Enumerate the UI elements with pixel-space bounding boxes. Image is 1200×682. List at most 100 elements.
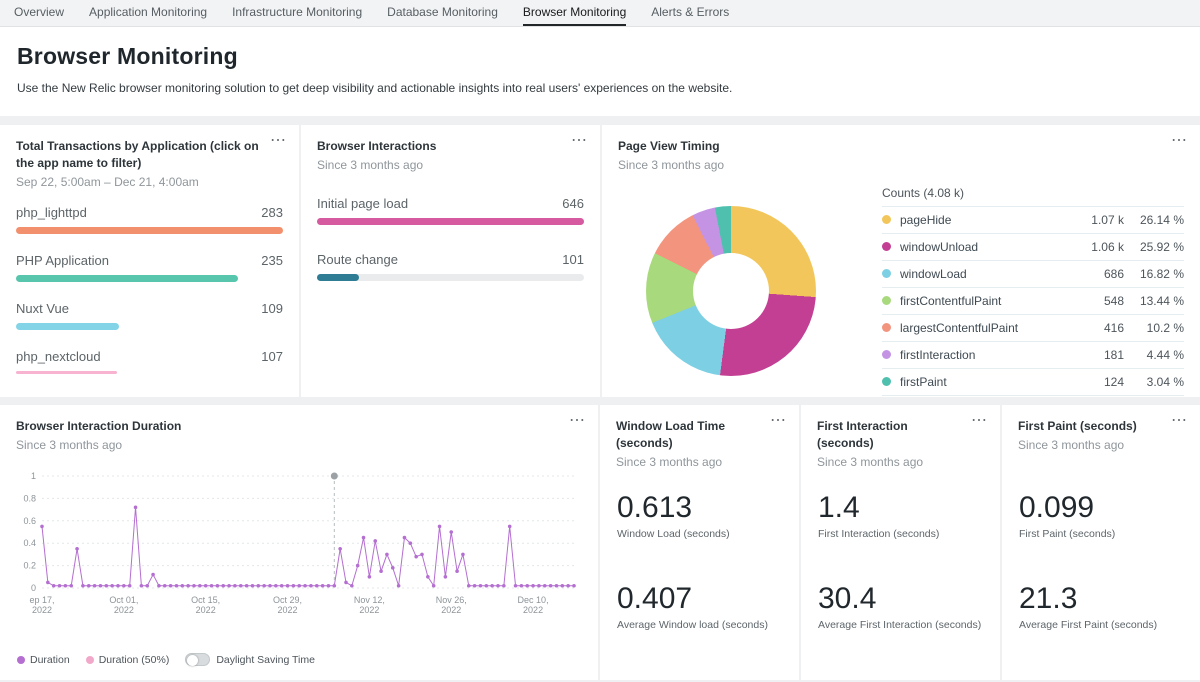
nav-tab-alerts-errors[interactable]: Alerts & Errors xyxy=(651,0,729,26)
nav-tab-browser-monitoring[interactable]: Browser Monitoring xyxy=(523,0,626,26)
app-bar xyxy=(16,227,283,234)
stat-value: 30.4 xyxy=(818,582,988,615)
interaction-bar xyxy=(317,218,584,225)
stat-first-paint: 0.099 First Paint (seconds) xyxy=(1019,491,1188,540)
legend-row-firstcontentfulpaint[interactable]: firstContentfulPaint54813.44 % xyxy=(882,287,1184,314)
app-label: Nuxt Vue xyxy=(16,301,69,316)
stat-first-interaction: 1.4 First Interaction (seconds) xyxy=(818,491,988,540)
card-menu-icon[interactable]: ⋯ xyxy=(569,413,585,429)
duration-line-chart[interactable]: 00.20.40.60.81ep 17,2022Oct 01,2022Oct 1… xyxy=(16,466,582,624)
legend-row-windowunload[interactable]: windowUnload1.06 k25.92 % xyxy=(882,233,1184,260)
duration-legend: Duration Duration (50%) Daylight Saving … xyxy=(17,653,315,666)
svg-text:2022: 2022 xyxy=(32,605,52,615)
stat-average-first-interaction: 30.4 Average First Interaction (seconds) xyxy=(818,582,988,631)
app-item-php-nextcloud[interactable]: php_nextcloud107 xyxy=(16,349,283,378)
legend-label: firstPaint xyxy=(900,375,1078,389)
legend-value: 416 xyxy=(1078,321,1124,335)
legend-percent: 26.14 % xyxy=(1124,213,1184,227)
daylight-saving-toggle[interactable]: Daylight Saving Time xyxy=(185,653,315,666)
toggle-label: Daylight Saving Time xyxy=(216,654,315,666)
donut-legend-title: Counts (4.08 k) xyxy=(882,186,1184,200)
app-value: 235 xyxy=(261,253,283,268)
stat-label: Average First Interaction (seconds) xyxy=(818,619,988,631)
svg-text:0.8: 0.8 xyxy=(23,493,36,503)
app-item-php-lighttpd[interactable]: php_lighttpd283 xyxy=(16,205,283,234)
page-subtitle: Use the New Relic browser monitoring sol… xyxy=(17,81,1183,95)
legend-percent: 16.82 % xyxy=(1124,267,1184,281)
duration-chart-wrap: 00.20.40.60.81ep 17,2022Oct 01,2022Oct 1… xyxy=(16,466,582,624)
legend-row-largestcontentfulpaint[interactable]: largestContentfulPaint41610.2 % xyxy=(882,314,1184,341)
card-subtitle: Since 3 months ago xyxy=(618,158,1184,172)
legend-row-windowload[interactable]: windowLoad68616.82 % xyxy=(882,260,1184,287)
duration-50-series-dot xyxy=(86,656,94,664)
legend-row-pagehide[interactable]: pageHide1.07 k26.14 % xyxy=(882,206,1184,233)
legend-color-dot xyxy=(882,269,891,278)
nav-tab-overview[interactable]: Overview xyxy=(14,0,64,26)
svg-text:2022: 2022 xyxy=(359,605,379,615)
interaction-item-route-change[interactable]: Route change 101 xyxy=(317,252,584,281)
app-label: php_lighttpd xyxy=(16,205,87,220)
card-title: Page View Timing xyxy=(618,138,1184,155)
legend-row-firstinteraction[interactable]: firstInteraction1814.44 % xyxy=(882,341,1184,368)
stat-label: First Paint (seconds) xyxy=(1019,528,1188,540)
nav-tabs: Overview Application Monitoring Infrastruc… xyxy=(14,0,729,26)
interaction-item-initial-page-load[interactable]: Initial page load646 xyxy=(317,196,584,225)
toggle-switch-icon xyxy=(185,653,210,666)
card-menu-icon[interactable]: ⋯ xyxy=(1171,133,1187,149)
legend-item-duration[interactable]: Duration xyxy=(17,654,70,666)
legend-label: windowLoad xyxy=(900,267,1078,281)
nav-tab-database-monitoring[interactable]: Database Monitoring xyxy=(387,0,498,26)
card-title: Total Transactions by Application (click… xyxy=(16,138,283,172)
card-menu-icon[interactable]: ⋯ xyxy=(571,133,587,149)
card-page-view-timing: Page View Timing Since 3 months ago ⋯ Co… xyxy=(602,125,1200,397)
nav-tab-application-monitoring[interactable]: Application Monitoring xyxy=(89,0,207,26)
nav-tab-infrastructure-monitoring[interactable]: Infrastructure Monitoring xyxy=(232,0,362,26)
page-view-donut-chart[interactable] xyxy=(646,206,816,376)
stat-value: 1.4 xyxy=(818,491,988,524)
card-menu-icon[interactable]: ⋯ xyxy=(1171,413,1187,429)
card-subtitle: Since 3 months ago xyxy=(817,455,984,469)
card-browser-interactions: Browser Interactions Since 3 months ago … xyxy=(301,125,600,397)
legend-label: firstInteraction xyxy=(900,348,1078,362)
legend-color-dot xyxy=(882,215,891,224)
legend-value: 181 xyxy=(1078,348,1124,362)
legend-row-firstpaint[interactable]: firstPaint1243.04 % xyxy=(882,368,1184,396)
top-nav: Overview Application Monitoring Infrastruc… xyxy=(0,0,1200,27)
card-title: Browser Interactions xyxy=(317,138,584,155)
legend-label: windowUnload xyxy=(900,240,1078,254)
app-label-row: Nuxt Vue 109 xyxy=(16,301,283,316)
interaction-value: 101 xyxy=(562,252,584,267)
stats-block: 0.099 First Paint (seconds) 21.3 Average… xyxy=(1019,491,1188,631)
card-subtitle: Since 3 months ago xyxy=(317,158,584,172)
app-item-nuxt-vue[interactable]: Nuxt Vue 109 xyxy=(16,301,283,330)
app-bar xyxy=(16,275,283,282)
card-menu-icon[interactable]: ⋯ xyxy=(270,133,286,149)
stat-label: Average Window load (seconds) xyxy=(617,619,787,631)
legend-value: 1.06 k xyxy=(1078,240,1124,254)
app-bar-fill xyxy=(16,275,238,282)
svg-text:0: 0 xyxy=(31,583,36,593)
legend-item-duration-50[interactable]: Duration (50%) xyxy=(86,654,170,666)
card-menu-icon[interactable]: ⋯ xyxy=(770,413,786,429)
stat-average-first-paint: 21.3 Average First Paint (seconds) xyxy=(1019,582,1188,631)
legend-color-dot xyxy=(882,350,891,359)
card-title: Window Load Time (seconds) xyxy=(616,418,783,452)
legend-value: 1.07 k xyxy=(1078,213,1124,227)
legend-percent: 4.44 % xyxy=(1124,348,1184,362)
stat-label: Window Load (seconds) xyxy=(617,528,787,540)
svg-text:2022: 2022 xyxy=(278,605,298,615)
interaction-value: 646 xyxy=(562,196,584,211)
interaction-label: Route change xyxy=(317,252,398,267)
app-label-row: PHP Application235 xyxy=(16,253,283,268)
page-title: Browser Monitoring xyxy=(17,43,1183,70)
app-item-php-application[interactable]: PHP Application235 xyxy=(16,253,283,282)
stat-label: First Interaction (seconds) xyxy=(818,528,988,540)
stat-average-window-load: 0.407 Average Window load (seconds) xyxy=(617,582,787,631)
donut-legend: Counts (4.08 k) pageHide1.07 k26.14 %win… xyxy=(882,186,1184,396)
svg-text:0.4: 0.4 xyxy=(23,538,36,548)
app-bar xyxy=(16,371,283,378)
legend-value: 124 xyxy=(1078,375,1124,389)
app-bar-fill xyxy=(16,371,117,374)
app-value: 109 xyxy=(261,301,283,316)
card-menu-icon[interactable]: ⋯ xyxy=(971,413,987,429)
